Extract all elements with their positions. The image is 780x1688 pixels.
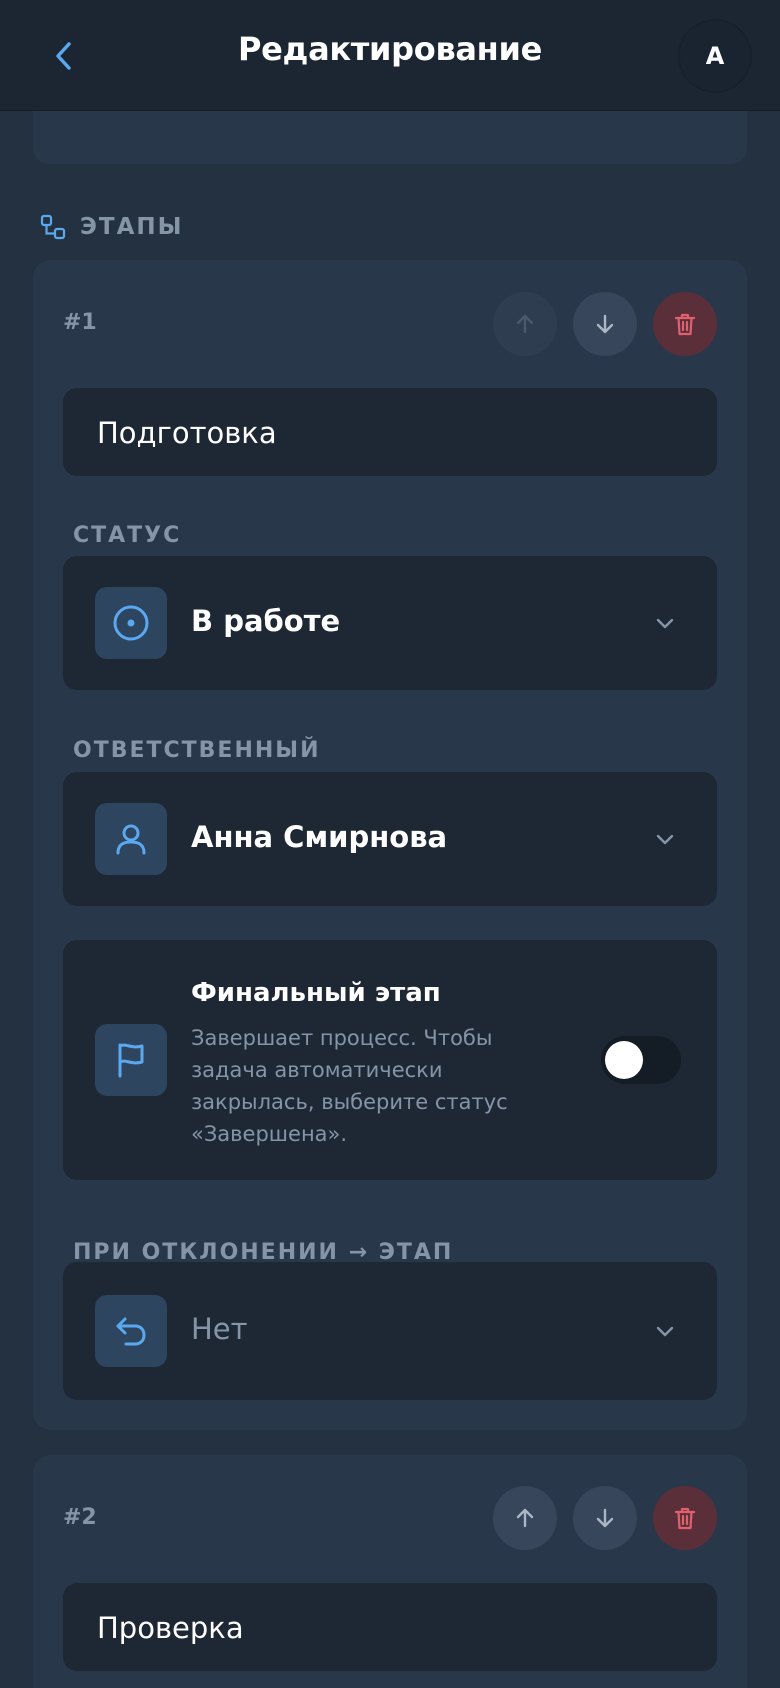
move-down-button[interactable]	[573, 1486, 637, 1550]
final-stage-description: Завершает процесс. Чтобы задача автомати…	[191, 1026, 508, 1146]
user-icon	[116, 824, 146, 855]
app-header: Редактирование А	[0, 0, 780, 111]
stage-name-value: Проверка	[97, 1611, 244, 1645]
stages-icon	[40, 214, 66, 240]
reject-stage-value: Нет	[191, 1312, 248, 1346]
page-title: Редактирование	[237, 30, 543, 68]
arrow-down-icon	[596, 314, 614, 334]
arrow-up-icon	[516, 314, 534, 334]
move-up-button[interactable]	[493, 1486, 557, 1550]
stage-name-input[interactable]: Подготовка	[63, 388, 717, 476]
target-icon	[113, 605, 149, 641]
status-label: СТАТУС	[73, 523, 182, 548]
status-select[interactable]: В работе	[63, 556, 717, 690]
reject-icon-tile	[95, 1295, 167, 1367]
trash-icon	[674, 313, 696, 336]
stage-card-1: #1 Подготовка СТАТУС В работе ОТВЕТСТВЕН…	[33, 260, 747, 1430]
final-stage-title: Финальный этап	[191, 978, 441, 1008]
reject-stage-select[interactable]: Нет	[63, 1262, 717, 1400]
toggle-knob	[605, 1041, 643, 1079]
delete-stage-button[interactable]	[653, 292, 717, 356]
arrow-down-icon	[596, 1508, 614, 1528]
assignee-icon-tile	[95, 803, 167, 875]
assignee-select[interactable]: Анна Смирнова	[63, 772, 717, 906]
final-stage-row: Финальный этап Завершает процесс. Чтобы …	[63, 940, 717, 1180]
chevron-down-icon	[649, 1315, 681, 1347]
status-icon-tile	[95, 587, 167, 659]
stage-name-input[interactable]: Проверка	[63, 1583, 717, 1671]
final-stage-toggle[interactable]	[601, 1036, 681, 1084]
stage-name-value: Подготовка	[97, 416, 277, 450]
arrow-up-icon	[516, 1508, 534, 1528]
assignee-label: ОТВЕТСТВЕННЫЙ	[73, 738, 321, 763]
delete-stage-button[interactable]	[653, 1486, 717, 1550]
flag-icon	[118, 1043, 144, 1078]
assignee-value: Анна Смирнова	[191, 820, 448, 854]
stage-number: #2	[63, 1505, 97, 1530]
move-down-button[interactable]	[573, 292, 637, 356]
stages-section-header: ЭТАПЫ	[40, 211, 183, 243]
trash-icon	[674, 1507, 696, 1530]
section-label: ЭТАПЫ	[80, 214, 184, 240]
stage-number: #1	[63, 310, 97, 335]
final-stage-icon-tile	[95, 1024, 167, 1096]
chevron-down-icon	[649, 607, 681, 639]
move-up-button[interactable]	[493, 292, 557, 356]
avatar[interactable]: А	[678, 19, 752, 93]
chevron-down-icon	[649, 823, 681, 855]
stage-card-2: #2 Проверка	[33, 1455, 747, 1688]
status-value: В работе	[191, 604, 341, 638]
undo-icon	[116, 1317, 146, 1346]
